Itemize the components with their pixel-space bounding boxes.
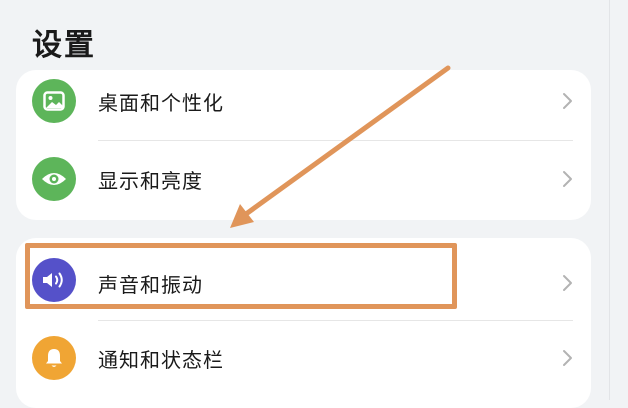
settings-item-label: 通知和状态栏 [98, 348, 224, 372]
settings-item-label: 桌面和个性化 [98, 91, 224, 115]
settings-item-label: 显示和亮度 [98, 169, 203, 193]
chevron-right-icon [563, 275, 572, 291]
chevron-right-icon [563, 171, 572, 187]
settings-item-desktop-personalization[interactable]: 桌面和个性化 [16, 65, 591, 137]
bell-icon [32, 336, 76, 380]
divider [98, 320, 573, 321]
settings-item-notification-status-bar[interactable]: 通知和状态栏 [16, 322, 591, 394]
eye-icon [32, 157, 76, 201]
image-icon [32, 79, 76, 123]
chevron-right-icon [563, 93, 572, 109]
settings-item-display-brightness[interactable]: 显示和亮度 [16, 143, 591, 215]
annotation-highlight-box [25, 243, 457, 309]
divider [98, 140, 573, 141]
page-title: 设置 [32, 28, 96, 63]
settings-group-1: 桌面和个性化 显示和亮度 [16, 70, 591, 220]
edge-divider [609, 0, 610, 400]
chevron-right-icon [563, 350, 572, 366]
